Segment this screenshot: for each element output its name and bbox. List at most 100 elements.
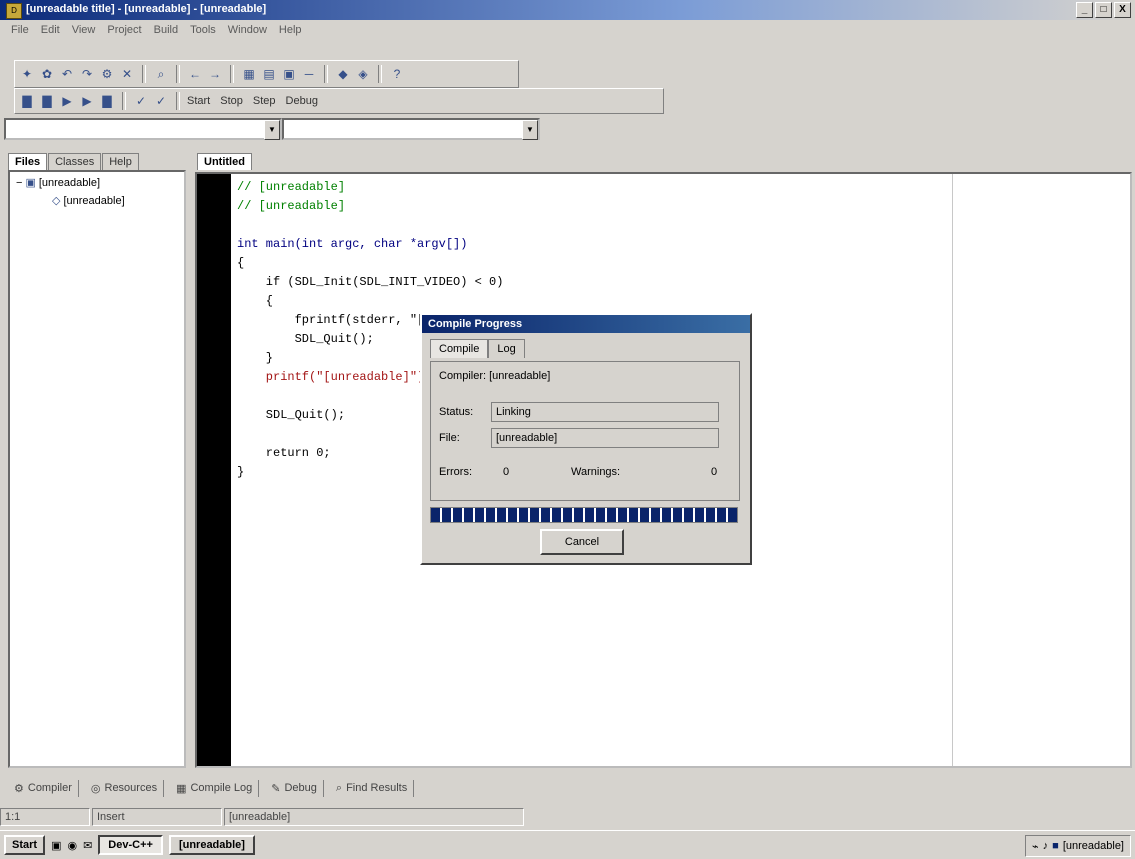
expand-icon[interactable]: − xyxy=(16,177,22,189)
editor-tabs: Untitled xyxy=(197,150,253,170)
menu-project[interactable]: Project xyxy=(104,22,144,40)
compile-run-icon[interactable]: ▶ xyxy=(79,93,95,109)
cancel-button[interactable]: Cancel xyxy=(540,529,624,555)
maximize-button[interactable]: □ xyxy=(1095,2,1112,18)
tab-debug[interactable]: ✎ Debug xyxy=(265,779,324,797)
menu-window[interactable]: Window xyxy=(225,22,270,40)
tab-classes[interactable]: Classes xyxy=(48,153,102,170)
help-icon[interactable]: ? xyxy=(389,66,405,82)
tab-compile[interactable]: Compile xyxy=(430,339,489,358)
toolbar-separator xyxy=(378,65,382,83)
minimize-button[interactable]: _ xyxy=(1076,2,1093,18)
close-button[interactable]: X xyxy=(1114,2,1131,18)
code-line[interactable]: // [unreadable] xyxy=(237,178,640,197)
status-label: Status: xyxy=(439,406,474,418)
grid-icon[interactable]: ▦ xyxy=(241,66,257,82)
toolbar-separator xyxy=(230,65,234,83)
warnings-label: Warnings: xyxy=(571,466,621,478)
menu-file[interactable]: File xyxy=(8,22,32,40)
code-line[interactable]: int main(int argc, char *argv[]) xyxy=(237,235,640,254)
toolbar-debug-button[interactable]: Debug xyxy=(286,95,318,107)
rebuild-icon[interactable]: ▇ xyxy=(99,93,115,109)
right-margin-line xyxy=(952,174,953,766)
network-icon[interactable]: ⌁ xyxy=(1032,840,1039,853)
menu-build[interactable]: Build xyxy=(151,22,181,40)
quicklaunch-mail-icon[interactable]: ✉ xyxy=(83,839,92,852)
compiler-icon: ⚙ xyxy=(14,782,24,795)
tray-app-icon[interactable]: ■ xyxy=(1052,840,1059,852)
toolbar-stop-button[interactable]: Stop xyxy=(220,95,243,107)
layout-icon[interactable]: ▤ xyxy=(261,66,277,82)
tab-untitled[interactable]: Untitled xyxy=(197,153,252,170)
errors-value: 0 xyxy=(503,466,510,478)
start-button[interactable]: Start xyxy=(4,835,46,855)
chevron-down-icon[interactable]: ▼ xyxy=(522,120,538,140)
run-icon[interactable]: ▶ xyxy=(59,93,75,109)
window-icon[interactable]: ▣ xyxy=(281,66,297,82)
code-line[interactable]: { xyxy=(237,254,640,273)
window-controls: _ □ X xyxy=(1076,2,1131,18)
compile-toolbar: ▇ ▇ ▶ ▶ ▇ ✓ ✓ Start Stop Step Debug xyxy=(14,88,664,114)
bottom-panel-tabs: ⚙ Compiler ◎ Resources ▦ Compile Log ✎ D… xyxy=(8,776,415,800)
code-line[interactable]: { xyxy=(237,292,640,311)
tab-files[interactable]: Files xyxy=(8,153,48,170)
compile-progress-bar xyxy=(430,507,738,523)
menu-help[interactable]: Help xyxy=(276,22,305,40)
tab-help[interactable]: Help xyxy=(102,153,139,170)
compile-icon[interactable]: ⚙ xyxy=(99,66,115,82)
code-line[interactable]: // [unreadable] xyxy=(237,197,640,216)
errors-label: Errors: xyxy=(439,466,472,478)
dialog-body: Compiler: [unreadable] Status: Linking F… xyxy=(430,361,740,501)
open-icon[interactable]: ✿ xyxy=(39,66,55,82)
toolbar-separator xyxy=(176,92,180,110)
tree-child-label: [unreadable] xyxy=(63,194,125,207)
insert-mode: Insert xyxy=(92,808,222,826)
editor-gutter xyxy=(197,174,231,766)
compile-file-icon[interactable]: ▇ xyxy=(19,93,35,109)
forward-icon[interactable]: → xyxy=(207,66,223,82)
taskbar: Start ▣ ◉ ✉ Dev-C++ [unreadable] ⌁ ♪ ■ [… xyxy=(0,830,1135,859)
cursor-position: 1:1 xyxy=(0,808,90,826)
member-combo[interactable]: ▼ xyxy=(282,118,540,140)
dash-icon[interactable]: ─ xyxy=(301,66,317,82)
tab-find-results[interactable]: ⌕ Find Results xyxy=(330,779,415,797)
tab-resources[interactable]: ◎ Resources xyxy=(85,779,165,797)
warnings-value: 0 xyxy=(711,466,718,478)
tab-find-results-label: Find Results xyxy=(346,782,408,794)
goto-icon[interactable]: ◈ xyxy=(355,66,371,82)
volume-icon[interactable]: ♪ xyxy=(1043,840,1049,852)
new-project-icon[interactable]: ✦ xyxy=(19,66,35,82)
search-icon[interactable]: ⌕ xyxy=(153,66,169,82)
toolbar-start-button[interactable]: Start xyxy=(187,95,210,107)
redo-icon[interactable]: ↷ xyxy=(79,66,95,82)
status-message: [unreadable] xyxy=(224,808,524,826)
menu-view[interactable]: View xyxy=(69,22,99,40)
quicklaunch-desktop-icon[interactable]: ▣ xyxy=(51,839,61,852)
bookmark-icon[interactable]: ◆ xyxy=(335,66,351,82)
code-line[interactable]: if (SDL_Init(SDL_INIT_VIDEO) < 0) xyxy=(237,273,640,292)
code-line[interactable] xyxy=(237,216,640,235)
task-devcpp[interactable]: Dev-C++ xyxy=(98,835,163,855)
app-icon: D xyxy=(6,3,22,19)
chevron-down-icon[interactable]: ▼ xyxy=(264,120,280,140)
tab-compiler-label: Compiler xyxy=(27,782,72,794)
stop-icon[interactable]: ✕ xyxy=(119,66,135,82)
tree-root-label: [unreadable] xyxy=(38,176,101,189)
task-other[interactable]: [unreadable] xyxy=(168,835,255,855)
menu-tools[interactable]: Tools xyxy=(187,22,219,40)
tree-child[interactable]: ◇ [unreadable] xyxy=(52,194,125,208)
check-icon[interactable]: ✓ xyxy=(133,93,149,109)
tab-compiler[interactable]: ⚙ Compiler xyxy=(8,779,79,797)
quicklaunch-browser-icon[interactable]: ◉ xyxy=(67,839,77,852)
tree-root[interactable]: − ▣ [unreadable] xyxy=(16,176,101,190)
tab-compile-log[interactable]: ▦ Compile Log xyxy=(170,779,260,797)
menu-edit[interactable]: Edit xyxy=(38,22,63,40)
undo-icon[interactable]: ↶ xyxy=(59,66,75,82)
compile-all-icon[interactable]: ▇ xyxy=(39,93,55,109)
toolbar-separator xyxy=(142,65,146,83)
tab-log[interactable]: Log xyxy=(488,339,525,358)
toolbar-step-button[interactable]: Step xyxy=(253,95,276,107)
back-icon[interactable]: ← xyxy=(187,66,203,82)
class-combo[interactable]: ▼ xyxy=(4,118,282,140)
uncheck-icon[interactable]: ✓ xyxy=(153,93,169,109)
